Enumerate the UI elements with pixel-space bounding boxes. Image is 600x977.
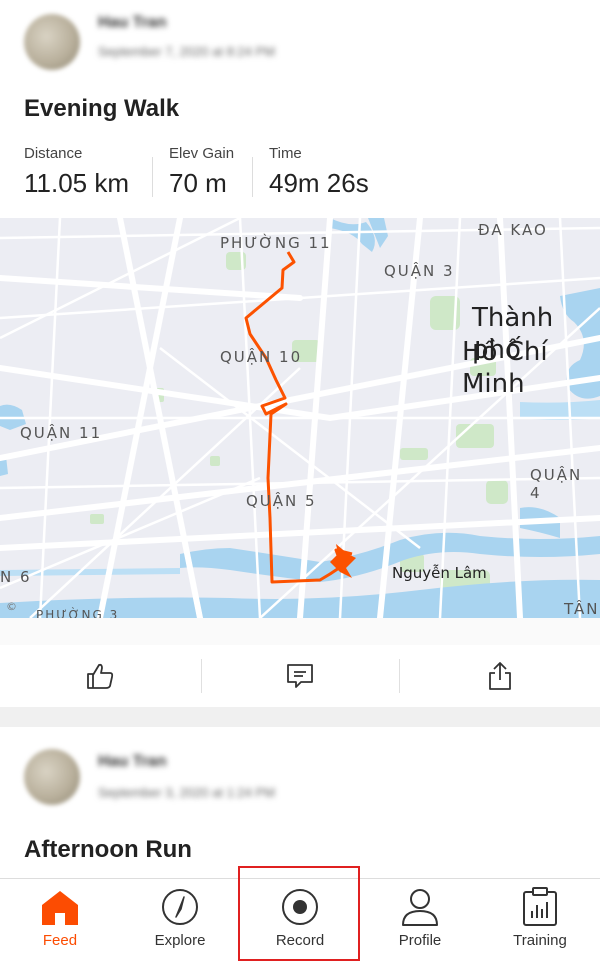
stat-value: 70 m bbox=[169, 168, 227, 198]
activity-stats: Distance 11.05 km Elev Gain 70 m Time 49… bbox=[24, 145, 584, 205]
profile-icon bbox=[402, 889, 438, 926]
nav-label: Profile bbox=[398, 932, 442, 949]
svg-text:©: © bbox=[6, 600, 17, 613]
nav-training[interactable]: Training bbox=[480, 879, 600, 977]
training-icon bbox=[523, 887, 557, 926]
share-icon bbox=[489, 662, 511, 690]
nav-label: Explore bbox=[154, 932, 206, 949]
bottom-nav: Feed Explore Record Profile Training bbox=[0, 878, 600, 977]
activity-date: September 7, 2020 at 8:24 PM bbox=[98, 44, 276, 59]
avatar[interactable] bbox=[24, 14, 80, 70]
nav-record[interactable]: Record bbox=[240, 879, 360, 977]
nav-explore[interactable]: Explore bbox=[120, 879, 240, 977]
stat-distance: Distance 11.05 km bbox=[24, 145, 129, 199]
nav-profile[interactable]: Profile bbox=[360, 879, 480, 977]
share-button[interactable] bbox=[400, 645, 600, 707]
stat-label: Elev Gain bbox=[169, 145, 235, 162]
stat-value: 11.05 km bbox=[24, 168, 130, 198]
divider bbox=[152, 157, 153, 197]
map-label: Nguyễn Lâm bbox=[392, 564, 487, 582]
activity-map[interactable]: © PHƯỜNG 11 ĐA KAO QUẬN 3 Thành phố Hồ C… bbox=[0, 218, 600, 618]
stat-label: Distance bbox=[24, 145, 83, 162]
thumbs-up-icon bbox=[87, 663, 114, 689]
map-label: QUẬN 3 bbox=[384, 262, 455, 280]
activity-header[interactable]: Hau Tran September 3, 2020 at 1:24 PM bbox=[0, 745, 600, 825]
map-label: QUẬN 10 bbox=[220, 348, 303, 366]
map-canvas: © bbox=[0, 218, 600, 618]
athlete-name[interactable]: Hau Tran bbox=[98, 753, 166, 771]
map-label: ĐA KAO bbox=[478, 221, 548, 239]
map-label: QUẬN 11 bbox=[20, 424, 103, 442]
nav-feed[interactable]: Feed bbox=[0, 879, 120, 977]
activity-title[interactable]: Evening Walk bbox=[24, 95, 179, 123]
divider bbox=[0, 618, 600, 645]
record-icon bbox=[282, 889, 318, 925]
map-city-line2: Hồ Chí Minh bbox=[462, 337, 548, 399]
map-label: QUẬN 5 bbox=[246, 492, 317, 510]
map-label: TÂN bbox=[564, 600, 600, 618]
map-label: QUẬN 4 bbox=[530, 466, 583, 502]
feed-separator bbox=[0, 707, 600, 727]
activity-date: September 3, 2020 at 1:24 PM bbox=[98, 785, 276, 800]
stat-value: 49m 26s bbox=[269, 168, 369, 198]
activity-actions bbox=[0, 645, 600, 707]
comment-button[interactable] bbox=[200, 645, 400, 707]
athlete-name[interactable]: Hau Tran bbox=[98, 14, 166, 32]
kudos-button[interactable] bbox=[0, 645, 200, 707]
avatar[interactable] bbox=[24, 749, 80, 805]
stat-elev-gain: Elev Gain 70 m bbox=[169, 145, 234, 199]
compass-icon bbox=[162, 889, 198, 925]
stat-time: Time 49m 26s bbox=[269, 145, 369, 199]
nav-label: Record bbox=[275, 932, 325, 949]
activity-header[interactable]: Hau Tran September 7, 2020 at 8:24 PM bbox=[0, 10, 600, 90]
map-label: PHƯỜNG 11 bbox=[220, 234, 332, 252]
stat-label: Time bbox=[269, 145, 302, 162]
activity-title[interactable]: Afternoon Run bbox=[24, 836, 192, 864]
divider bbox=[252, 157, 253, 197]
comment-icon bbox=[287, 664, 313, 688]
nav-label: Feed bbox=[42, 932, 78, 949]
home-icon bbox=[42, 891, 78, 925]
map-label: PHƯỜNG 3 bbox=[36, 608, 120, 618]
map-label: N 6 bbox=[0, 568, 32, 586]
nav-label: Training bbox=[513, 932, 567, 949]
